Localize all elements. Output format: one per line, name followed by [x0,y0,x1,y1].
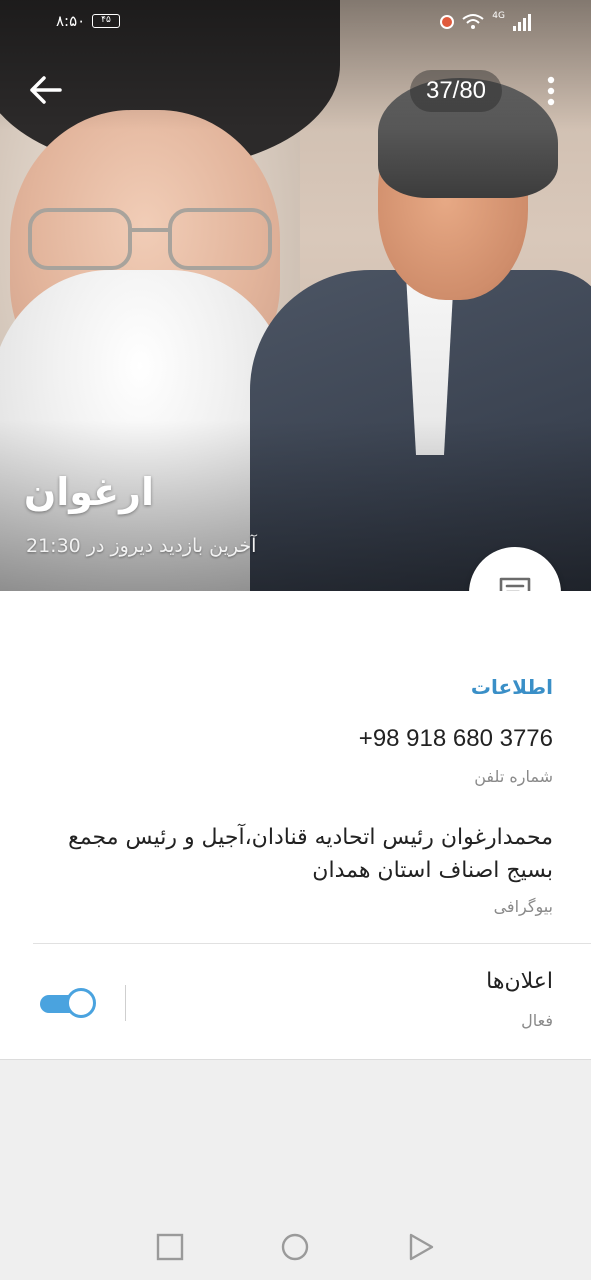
triangle-back-icon[interactable] [406,1232,436,1262]
profile-name: ارغوان [23,470,154,514]
notifications-status: فعال [521,1011,553,1030]
phone-number-label: شماره تلفن [474,767,553,786]
status-indicators: 4G [440,10,533,34]
wifi-icon [462,14,484,29]
phone-number[interactable]: +98 918 680 3776 [359,725,553,753]
status-time: ۸:۵۰ [56,12,86,30]
last-seen-status: آخرین بازدید دیروز در 21:30 [26,535,257,557]
notifications-title[interactable]: اعلان‌ها [486,969,553,994]
bio-text[interactable]: محمدارغوان رئیس اتحادیه قنادان،آجیل و رئ… [23,821,553,887]
square-icon[interactable] [155,1232,185,1262]
more-vert-icon[interactable] [536,74,566,108]
status-bar: ۸:۵۰ ۴۵ 4G [0,0,591,44]
photo-counter: 37/80 [410,70,502,112]
vertical-separator [125,985,126,1021]
info-card: اطلاعات +98 918 680 3776 شماره تلفن محمد… [0,591,591,1060]
notifications-toggle[interactable] [40,988,96,1018]
network-type-label: 4G [492,11,505,21]
arrow-left-icon[interactable] [22,70,68,110]
shield-icon [440,15,455,29]
bio-label: بیوگرافی [493,897,553,916]
poster-glasses [28,208,272,270]
profile-header: ۸:۵۰ ۴۵ 4G 37/80 ارغوان آخرین بازدید دیر… [0,0,591,591]
toggle-knob [66,988,96,1018]
divider [33,943,591,944]
info-section-title: اطلاعات [470,675,553,699]
battery-icon: ۴۵ [92,14,120,28]
system-nav-bar [0,1210,591,1280]
signal-icon [513,14,531,31]
circle-icon[interactable] [280,1232,310,1262]
